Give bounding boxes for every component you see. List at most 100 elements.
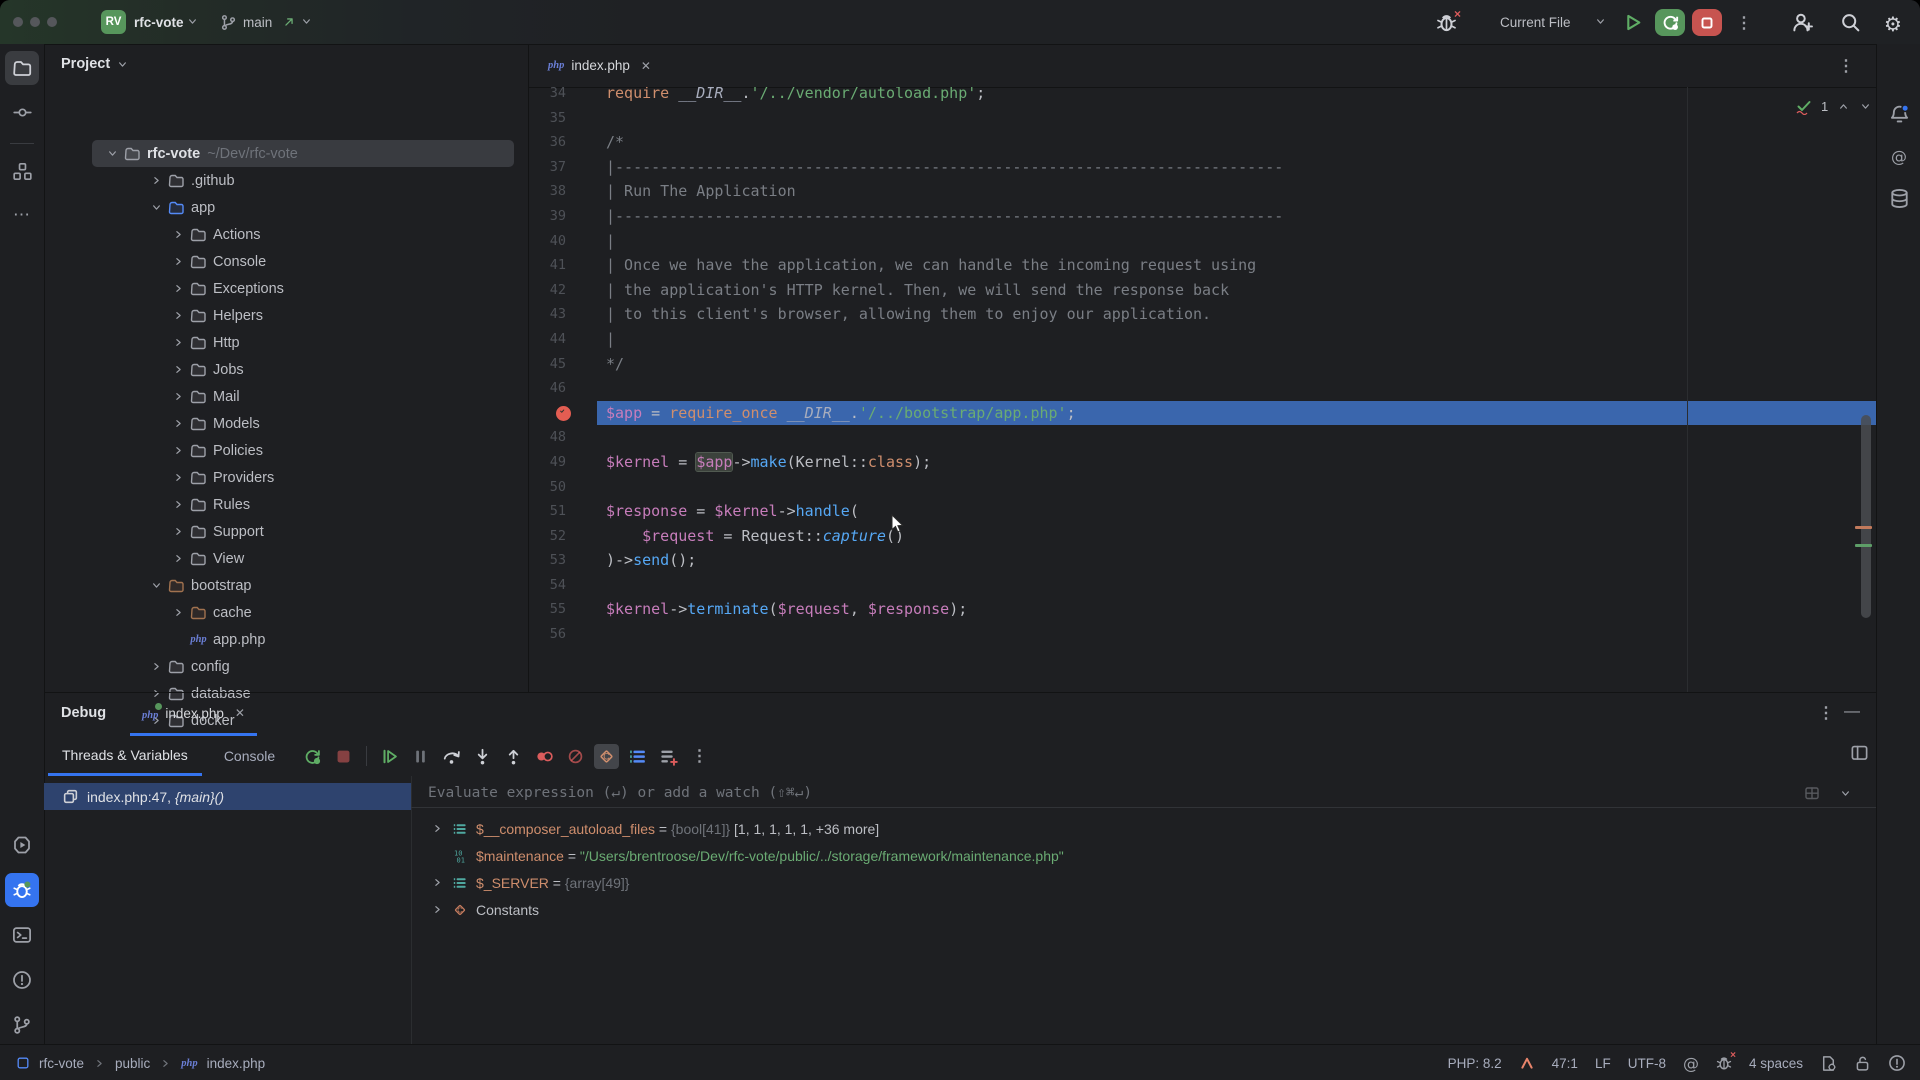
tree-item-mail[interactable]: Mail — [92, 383, 514, 410]
caret-position-widget[interactable]: 47:1 — [1552, 1056, 1578, 1071]
code-line-52[interactable]: $request = Request::capture() — [597, 524, 1876, 549]
scrollbar-warning-mark[interactable] — [1855, 526, 1872, 529]
chevron-right-icon[interactable] — [171, 362, 186, 377]
code-line-44[interactable]: | — [597, 327, 1876, 352]
chevron-right-icon[interactable] — [171, 605, 186, 620]
chevron-right-icon[interactable] — [171, 227, 186, 242]
debugger-bug-icon[interactable]: × — [1436, 12, 1457, 33]
hide-panel-icon[interactable]: — — [1844, 703, 1860, 721]
gutter-line-48[interactable]: 48 — [528, 425, 597, 450]
tree-item-helpers[interactable]: Helpers — [92, 302, 514, 329]
chevron-right-icon[interactable] — [430, 876, 445, 889]
tab-threads-variables[interactable]: Threads & Variables — [48, 736, 202, 776]
ai-assistant-icon[interactable]: @ — [1882, 139, 1916, 173]
structure-icon[interactable] — [5, 154, 39, 188]
code-line-41[interactable]: | Once we have the application, we can h… — [597, 253, 1876, 278]
code-line-56[interactable] — [597, 622, 1876, 647]
tree-item-policies[interactable]: Policies — [92, 437, 514, 464]
rerun-debug-button[interactable] — [1655, 9, 1685, 36]
code-line-55[interactable]: $kernel->terminate($request, $response); — [597, 597, 1876, 622]
add-user-icon[interactable] — [1792, 12, 1813, 33]
code-editor[interactable]: 3435363738394041424344454648495051525354… — [528, 87, 1876, 692]
code-line-49[interactable]: $kernel = $app->make(Kernel::class); — [597, 450, 1876, 475]
project-folder-icon[interactable] — [5, 51, 39, 85]
chevron-right-icon[interactable] — [171, 443, 186, 458]
window-minimize-button[interactable] — [30, 17, 40, 27]
gutter-line-45[interactable]: 45 — [528, 352, 597, 377]
run-configuration-select[interactable]: Current File — [1500, 0, 1571, 44]
chevron-right-icon[interactable] — [171, 254, 186, 269]
constants-toggle-icon[interactable]: C — [594, 744, 619, 769]
chevron-down-icon[interactable] — [105, 146, 120, 161]
scrollbar-info-mark[interactable] — [1855, 544, 1872, 547]
gutter-line-53[interactable]: 53 — [528, 548, 597, 573]
tree-item-config[interactable]: config — [92, 653, 514, 680]
layout-settings-icon[interactable] — [1850, 743, 1869, 762]
tree-item-models[interactable]: Models — [92, 410, 514, 437]
commit-icon[interactable] — [5, 95, 39, 129]
chevron-right-icon[interactable] — [171, 308, 186, 323]
debug-panel-title[interactable]: Debug — [61, 705, 106, 721]
tree-item-view[interactable]: View — [92, 545, 514, 572]
chevron-right-icon[interactable] — [171, 281, 186, 296]
lock-open-icon[interactable] — [1854, 1055, 1871, 1072]
terminal-icon[interactable] — [5, 918, 39, 952]
tree-item-actions[interactable]: Actions — [92, 221, 514, 248]
resume-icon[interactable] — [377, 744, 402, 769]
more-icon[interactable]: ⋮ — [687, 744, 712, 769]
no-debug-bug-icon[interactable]: × — [1716, 1055, 1732, 1071]
chevron-right-icon[interactable] — [430, 903, 445, 916]
close-icon[interactable]: ✕ — [235, 706, 245, 720]
chevron-down-icon[interactable] — [149, 578, 164, 593]
stop-icon[interactable] — [331, 744, 356, 769]
evaluate-expression-bar[interactable]: Evaluate expression (↵) or add a watch (… — [411, 779, 1876, 808]
php-version-widget[interactable]: PHP: 8.2 — [1448, 1056, 1502, 1071]
gutter-line-44[interactable]: 44 — [528, 327, 597, 352]
tree-item-support[interactable]: Support — [92, 518, 514, 545]
view-breakpoints-icon[interactable] — [532, 744, 557, 769]
breadcrumb-public[interactable]: public — [115, 1056, 150, 1071]
gutter-line-42[interactable]: 42 — [528, 278, 597, 303]
gutter-line-56[interactable]: 56 — [528, 622, 597, 647]
code-line-43[interactable]: | to this client's browser, allowing the… — [597, 302, 1876, 327]
tree-item-jobs[interactable]: Jobs — [92, 356, 514, 383]
code-line-54[interactable] — [597, 573, 1876, 598]
project-widget[interactable]: rfc-vote — [134, 0, 184, 44]
tree-item-exceptions[interactable]: Exceptions — [92, 275, 514, 302]
variable-row-constants[interactable]: CConstants — [411, 896, 1876, 923]
gutter-line-49[interactable]: 49 — [528, 450, 597, 475]
variable-row--server[interactable]: $_SERVER = {array[49]} — [411, 869, 1876, 896]
tree-item-cache[interactable]: cache — [92, 599, 514, 626]
chevron-right-icon[interactable] — [171, 497, 186, 512]
editor-options-icon[interactable]: ⋮ — [1838, 56, 1854, 76]
problems-icon[interactable] — [5, 963, 39, 997]
inspection-widget[interactable]: 1 — [1796, 98, 1872, 114]
tree-item-app-php[interactable]: phpapp.php — [92, 626, 514, 653]
chevron-down-icon[interactable] — [1859, 100, 1872, 113]
tree-item-console[interactable]: Console — [92, 248, 514, 275]
settings-gear-icon[interactable]: ⚙ — [1884, 12, 1902, 36]
step-over-icon[interactable] — [439, 744, 464, 769]
chevron-right-icon[interactable] — [171, 389, 186, 404]
run-icon[interactable] — [5, 828, 39, 862]
chevron-right-icon[interactable] — [171, 416, 186, 431]
gutter-line-52[interactable]: 52 — [528, 524, 597, 549]
gutter-line-35[interactable]: 35 — [528, 106, 597, 131]
run-button[interactable] — [1622, 12, 1643, 33]
variable-row--composer-autoload-files[interactable]: $__composer_autoload_files = {bool[41]} … — [411, 815, 1876, 842]
pause-icon[interactable] — [408, 744, 433, 769]
gutter-line-38[interactable]: 38 — [528, 179, 597, 204]
more-actions-icon[interactable]: ⋮ — [1736, 13, 1752, 33]
gutter-line-37[interactable]: 37 — [528, 155, 597, 180]
chevron-right-icon[interactable] — [171, 470, 186, 485]
gutter-line-43[interactable]: 43 — [528, 302, 597, 327]
code-line-39[interactable]: |---------------------------------------… — [597, 204, 1876, 229]
add-watch-icon[interactable] — [656, 744, 681, 769]
rerun-debug-icon[interactable] — [300, 744, 325, 769]
gutter-line-55[interactable]: 55 — [528, 597, 597, 622]
mute-breakpoints-icon[interactable] — [563, 744, 588, 769]
gutter-line-36[interactable]: 36 — [528, 130, 597, 155]
breadcrumb-index-php[interactable]: index.php — [207, 1056, 266, 1071]
editor-code[interactable]: require __DIR__.'/../vendor/autoload.php… — [597, 87, 1876, 647]
notifications-alert-icon[interactable] — [1888, 1054, 1906, 1072]
